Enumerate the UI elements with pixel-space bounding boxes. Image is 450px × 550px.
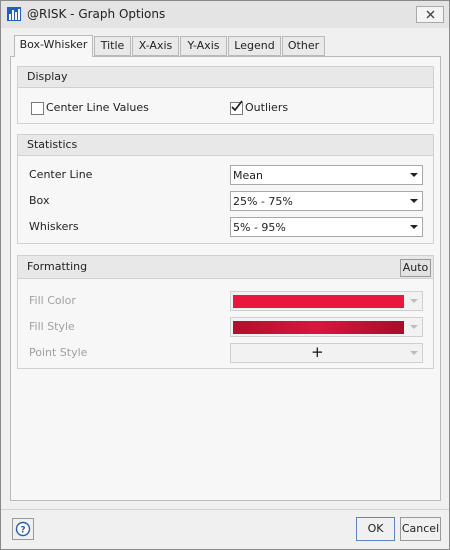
chart-icon xyxy=(7,7,21,21)
chevron-down-icon xyxy=(410,173,418,177)
statistics-header: Statistics xyxy=(18,135,433,156)
help-icon: ? xyxy=(15,521,31,537)
outliers-checkbox[interactable] xyxy=(230,100,243,115)
window-title: @RISK - Graph Options xyxy=(27,7,166,21)
tab-other[interactable]: Other xyxy=(282,36,325,56)
fill-color-swatch xyxy=(233,295,404,308)
box-label: Box xyxy=(29,194,50,207)
ok-button[interactable]: OK xyxy=(356,517,395,541)
chevron-down-icon xyxy=(410,325,418,329)
chevron-down-icon xyxy=(410,351,418,355)
center-line-values-label: Center Line Values xyxy=(46,101,149,114)
chevron-down-icon xyxy=(410,225,418,229)
point-style-select[interactable]: + xyxy=(230,343,423,363)
cancel-button[interactable]: Cancel xyxy=(400,517,441,541)
tab-box-whisker[interactable]: Box-Whisker xyxy=(14,35,93,57)
fill-style-swatch xyxy=(233,321,404,334)
check-icon xyxy=(231,100,243,112)
footer-divider xyxy=(1,509,449,510)
fill-style-label: Fill Style xyxy=(29,320,75,333)
chevron-down-icon xyxy=(410,199,418,203)
title-bar: @RISK - Graph Options xyxy=(1,1,449,28)
center-line-select[interactable]: Mean xyxy=(230,165,423,185)
center-line-value: Mean xyxy=(233,169,263,182)
graph-options-dialog: @RISK - Graph Options Box-Whisker Title … xyxy=(0,0,450,550)
center-line-values-checkbox[interactable] xyxy=(31,102,44,115)
close-button[interactable] xyxy=(416,6,444,23)
outliers-label: Outliers xyxy=(245,101,289,114)
box-select[interactable]: 25% - 75% xyxy=(230,191,423,211)
svg-text:?: ? xyxy=(20,526,25,536)
help-button[interactable]: ? xyxy=(12,518,34,540)
tab-title[interactable]: Title xyxy=(94,36,131,56)
fill-style-select[interactable] xyxy=(230,317,423,337)
chevron-down-icon xyxy=(410,299,418,303)
center-line-label: Center Line xyxy=(29,168,93,181)
fill-color-select[interactable] xyxy=(230,291,423,311)
tab-y-axis[interactable]: Y-Axis xyxy=(180,36,227,56)
formatting-header: Formatting xyxy=(18,256,433,279)
whiskers-value: 5% - 95% xyxy=(233,221,286,234)
close-icon xyxy=(426,10,434,19)
whiskers-label: Whiskers xyxy=(29,220,79,233)
plus-symbol: + xyxy=(311,343,324,361)
tab-legend[interactable]: Legend xyxy=(228,36,281,56)
display-group: Display xyxy=(17,66,434,124)
whiskers-select[interactable]: 5% - 95% xyxy=(230,217,423,237)
fill-color-label: Fill Color xyxy=(29,294,76,307)
display-header: Display xyxy=(18,67,433,88)
auto-button[interactable]: Auto xyxy=(400,259,431,277)
box-value: 25% - 75% xyxy=(233,195,293,208)
point-style-label: Point Style xyxy=(29,346,88,359)
tab-x-axis[interactable]: X-Axis xyxy=(132,36,179,56)
